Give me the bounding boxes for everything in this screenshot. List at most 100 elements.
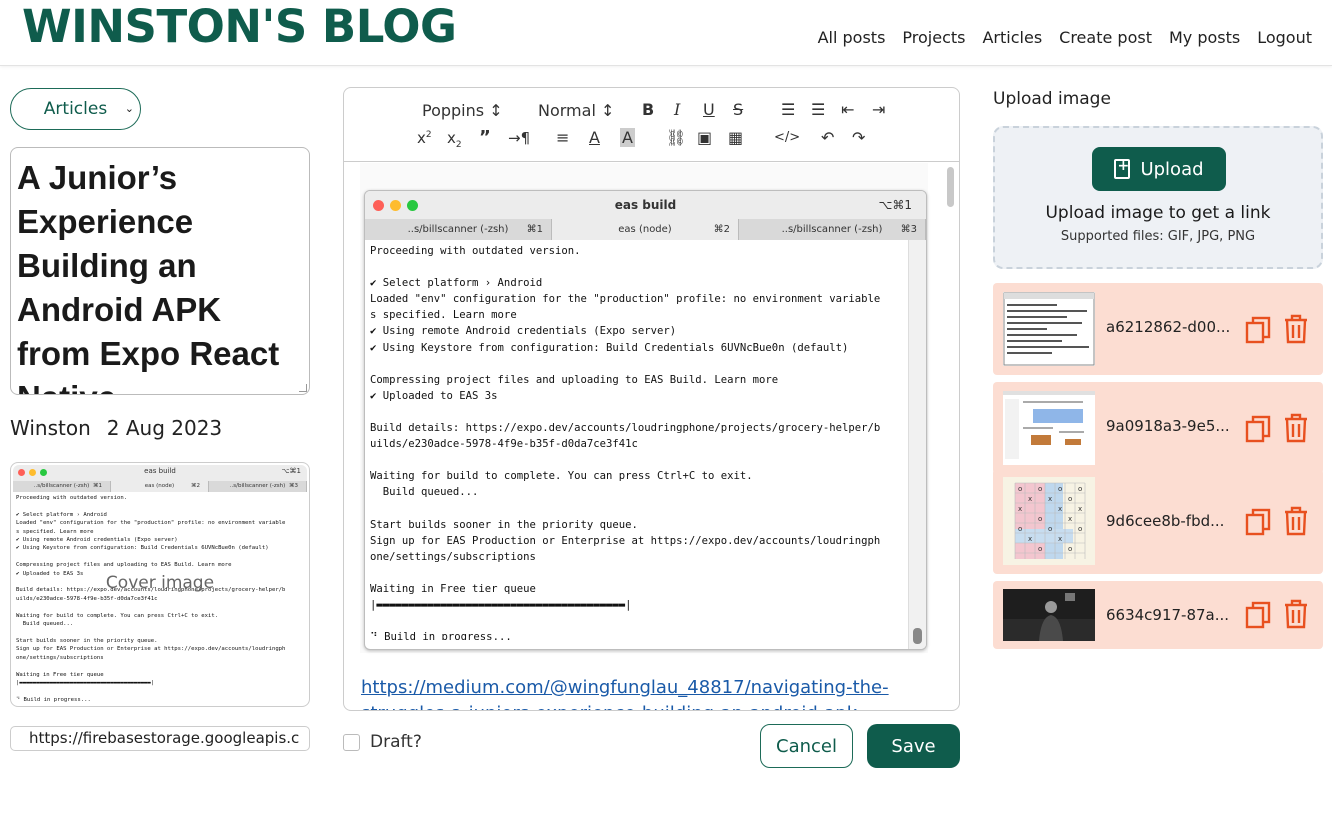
cancel-button[interactable]: Cancel <box>760 724 853 768</box>
upload-section-title: Upload image <box>993 89 1111 109</box>
italic-icon[interactable]: I <box>674 100 680 119</box>
file-plus-icon <box>1114 158 1131 179</box>
copy-icon[interactable] <box>1245 415 1271 443</box>
terminal-line: Compressing project files and uploading … <box>370 373 779 386</box>
nav-projects[interactable]: Projects <box>902 28 965 47</box>
terminal-tabs: ..s/billscanner (-zsh) ⌘1 eas (node) ⌘2 ..… <box>365 219 926 240</box>
upload-button[interactable]: Upload <box>1092 147 1226 191</box>
align-icon[interactable]: ≡ <box>556 128 569 147</box>
terminal-line: Build details: https://expo.dev/accounts… <box>370 422 881 435</box>
terminal-line: ✔ Select platform › Android <box>16 511 107 518</box>
svg-text:x: x <box>1028 535 1032 543</box>
copy-icon[interactable] <box>1245 508 1271 536</box>
text-direction-icon[interactable]: →¶ <box>508 129 530 147</box>
author-date-line: Winston 2 Aug 2023 <box>10 416 222 440</box>
image-thumbnail <box>1003 589 1095 641</box>
trash-icon[interactable] <box>1283 506 1309 536</box>
terminal-line: Sign up for EAS Production or Enterprise… <box>16 646 286 653</box>
terminal-title: eas build <box>144 467 176 475</box>
text-color-icon[interactable]: A <box>589 128 600 147</box>
highlight-icon[interactable]: A <box>620 128 635 147</box>
terminal-shortcut: ⌥⌘1 <box>281 467 301 475</box>
image-filename: 9d6cee8b-fbd... <box>1106 512 1225 530</box>
copy-icon[interactable] <box>1245 316 1271 344</box>
link-icon[interactable]: ⛓ <box>666 128 686 147</box>
draft-checkbox[interactable] <box>343 733 360 751</box>
terminal-line: ✔ Uploaded to EAS 3s <box>370 389 498 402</box>
upload-dropzone[interactable]: Upload Upload image to get a link Suppor… <box>993 126 1323 269</box>
terminal-tab: ..s/billscanner (-zsh) ⌘1 <box>13 481 111 492</box>
terminal-line: uilds/e230adce-5978-4f9e-b35f-d0da7ce3f4… <box>370 438 638 451</box>
bold-icon[interactable]: B <box>642 100 654 119</box>
indent-icon[interactable]: ⇥ <box>872 100 885 119</box>
site-brand[interactable]: WINSTON'S BLOG <box>22 0 457 53</box>
copy-icon[interactable] <box>1245 601 1271 629</box>
nav-logout[interactable]: Logout <box>1257 28 1312 47</box>
svg-text:o: o <box>1018 485 1022 493</box>
terminal-output: Proceeding with outdated version. ✔ Sele… <box>365 240 926 640</box>
terminal-tab: eas (node) ⌘2 <box>111 481 209 492</box>
tab-key: ⌘2 <box>713 224 730 235</box>
font-value: Poppins <box>422 101 485 120</box>
redo-icon[interactable]: ↷ <box>852 128 865 147</box>
tab-key: ⌘2 <box>191 483 200 489</box>
title-text: A Junior’s Experience Building an Androi… <box>17 159 280 394</box>
nav-all-posts[interactable]: All posts <box>818 28 886 47</box>
trash-icon[interactable] <box>1283 314 1309 344</box>
cover-image[interactable]: eas build ⌥⌘1 ..s/billscanner (-zsh) ⌘1 e… <box>10 462 310 707</box>
terminal-line: |▬▬▬▬▬▬▬▬▬▬▬▬▬▬▬▬▬▬▬▬▬▬▬▬▬▬▬▬▬▬▬▬▬▬▬▬▬▬▬… <box>370 599 632 612</box>
nav-articles[interactable]: Articles <box>982 28 1042 47</box>
tab-label: ..s/billscanner (-zsh) <box>229 483 286 489</box>
trash-icon[interactable] <box>1283 599 1309 629</box>
uploaded-image-row: 9a0918a3-9e5... <box>993 382 1323 474</box>
blockquote-icon[interactable]: ” <box>479 127 491 148</box>
font-picker[interactable]: Poppins ↕ <box>422 101 503 120</box>
underline-icon[interactable]: U <box>703 100 715 119</box>
image-thumbnail <box>1003 391 1095 465</box>
terminal-line: s specified. Learn more <box>370 309 517 322</box>
undo-icon[interactable]: ↶ <box>821 128 834 147</box>
bullet-list-icon[interactable]: ☰ <box>811 100 825 119</box>
ordered-list-icon[interactable]: ☰ <box>781 100 795 119</box>
terminal-line: Start builds sooner in the priority queu… <box>16 637 158 644</box>
resize-handle-icon[interactable] <box>299 384 307 392</box>
tab-label: ..s/billscanner (-zsh) <box>781 224 883 235</box>
scrollbar-thumb[interactable] <box>947 167 954 207</box>
terminal-titlebar: eas build ⌥⌘1 <box>13 465 307 481</box>
outdent-icon[interactable]: ⇤ <box>841 100 854 119</box>
category-select[interactable]: Articles ⌄ <box>10 88 141 130</box>
size-picker[interactable]: Normal ↕ <box>538 101 614 120</box>
nav-my-posts[interactable]: My posts <box>1169 28 1240 47</box>
tab-label: eas (node) <box>144 483 175 489</box>
upload-supported: Supported files: GIF, JPG, PNG <box>1060 229 1256 244</box>
svg-text:o: o <box>1038 545 1042 553</box>
image-icon[interactable]: ▣ <box>697 128 712 147</box>
article-link[interactable]: https://medium.com/@wingfunglau_48817/na… <box>361 675 921 710</box>
image-filename: a6212862-d00... <box>1106 318 1231 336</box>
svg-text:x: x <box>1058 505 1062 513</box>
video-icon[interactable]: ▦ <box>728 128 743 147</box>
strikethrough-icon[interactable]: S <box>733 100 743 119</box>
main-nav: All posts Projects Articles Create post … <box>818 28 1312 47</box>
superscript-icon[interactable]: x2 <box>417 129 432 147</box>
editor-scrollbar[interactable] <box>944 165 956 707</box>
save-button[interactable]: Save <box>867 724 960 768</box>
trash-icon[interactable] <box>1283 413 1309 443</box>
code-icon[interactable]: </> <box>774 130 800 145</box>
draft-toggle[interactable]: Draft? <box>343 732 422 752</box>
terminal-line: ✔ Select platform › Android <box>370 277 543 290</box>
subscript-icon[interactable]: x2 <box>447 129 462 150</box>
cover-url-input[interactable]: https://firebasestorage.googleapis.c <box>10 726 310 751</box>
image-filename: 6634c917-87a... <box>1106 606 1230 624</box>
title-textarea[interactable]: A Junior’s Experience Building an Androi… <box>10 147 310 395</box>
nav-create-post[interactable]: Create post <box>1059 28 1152 47</box>
editor-toolbar: Poppins ↕ Normal ↕ B I U S ☰ ☰ ⇤ ⇥ x2 x2… <box>344 88 959 162</box>
image-thumbnail <box>1003 292 1095 366</box>
